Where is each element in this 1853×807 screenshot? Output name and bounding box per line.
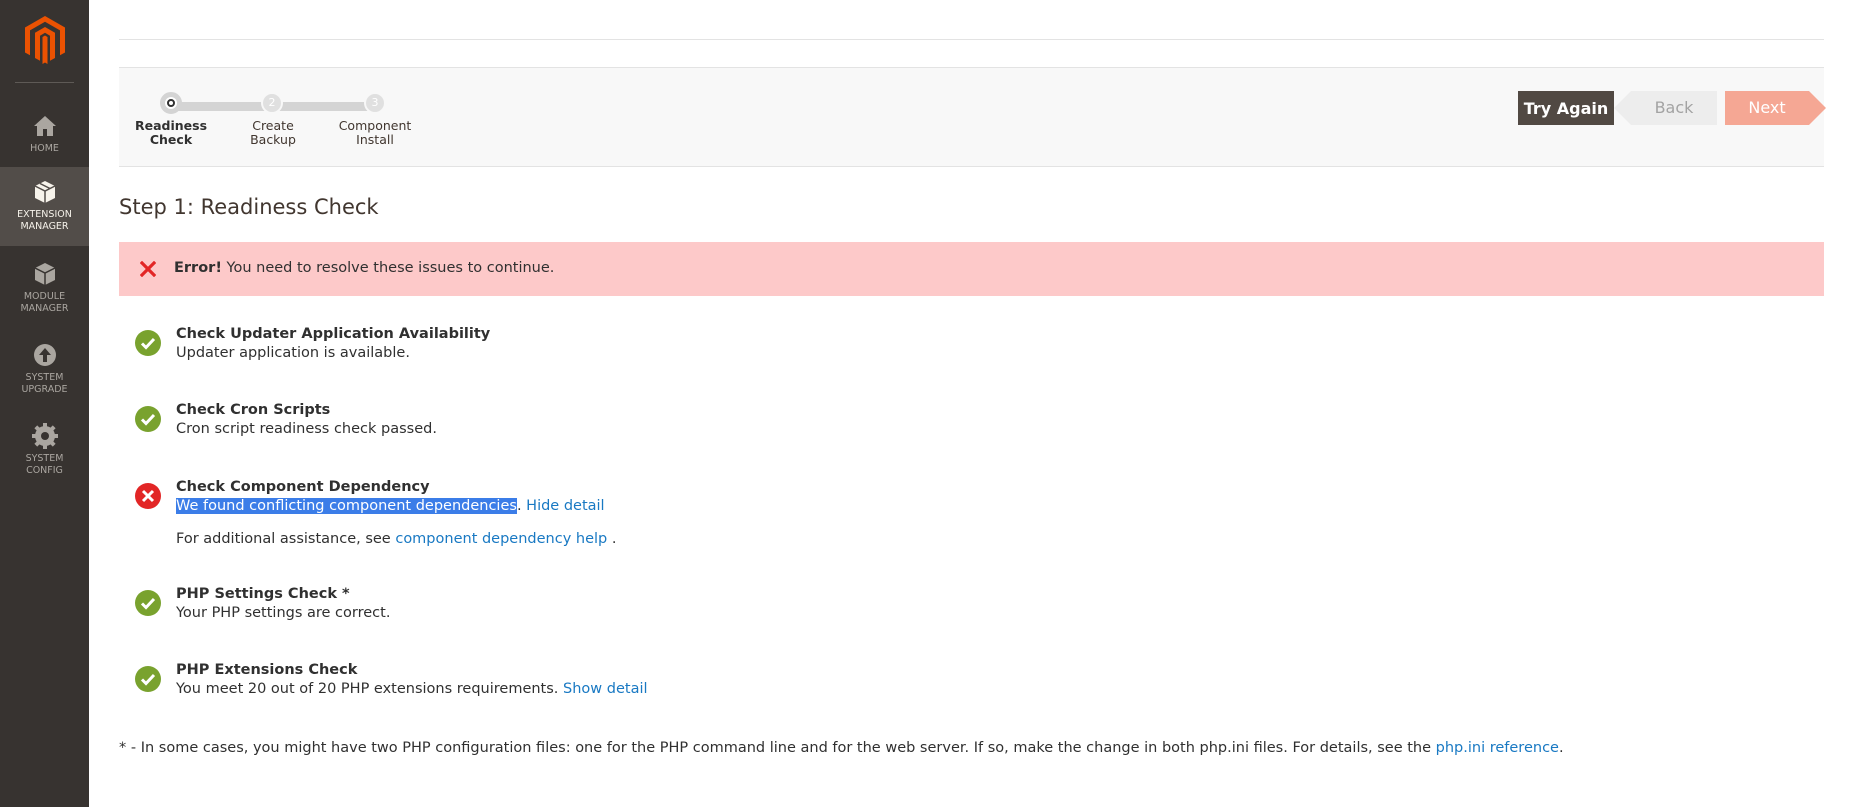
- description-suffix: .: [516, 498, 522, 514]
- sidebar-item-system-upgrade[interactable]: SYSTEM UPGRADE: [0, 330, 89, 409]
- home-icon: [33, 116, 56, 136]
- wizard-step-3-label: Component Install: [338, 118, 412, 147]
- module-icon: [34, 263, 55, 285]
- error-circle-icon: [135, 483, 161, 509]
- help-prefix: For additional assistance, see: [176, 531, 391, 547]
- help-text: For additional assistance, see component…: [176, 531, 616, 547]
- check-description: You meet 20 out of 20 PHP extensions req…: [176, 681, 648, 697]
- check-description: We found conflicting component dependenc…: [176, 498, 605, 514]
- check-title: Check Cron Scripts: [176, 402, 331, 418]
- wizard-navigation: 2 3 Readiness Check Create Backup Compon…: [119, 67, 1826, 167]
- show-detail-link[interactable]: Show detail: [563, 681, 648, 697]
- sidebar-item-label: HOME: [30, 143, 59, 154]
- admin-sidebar: HOME EXTENSION MANAGER MODULE MANAGER SY…: [0, 0, 89, 807]
- check-title: PHP Settings Check *: [176, 586, 350, 602]
- wizard-step-2-indicator: 2: [261, 92, 283, 114]
- sidebar-item-label: SYSTEM UPGRADE: [21, 372, 68, 395]
- wizard-step-2-label: Create Backup: [250, 118, 296, 147]
- error-message-banner: Error! You need to resolve these issues …: [119, 242, 1824, 296]
- wizard-step-1-label: Readiness Check: [134, 118, 208, 147]
- check-title: PHP Extensions Check: [176, 662, 358, 678]
- sidebar-item-extension-manager[interactable]: EXTENSION MANAGER: [0, 167, 89, 246]
- error-message: You need to resolve these issues to cont…: [226, 260, 555, 276]
- help-suffix: .: [611, 531, 617, 547]
- sidebar-divider: [15, 82, 74, 83]
- magento-logo-icon[interactable]: [25, 16, 65, 64]
- php-ini-reference-link[interactable]: php.ini reference: [1436, 740, 1559, 756]
- gear-icon: [31, 423, 58, 449]
- check-title: Check Updater Application Availability: [176, 326, 491, 342]
- wizard-step-1-indicator: [160, 92, 182, 114]
- sidebar-item-label: MODULE MANAGER: [20, 291, 69, 314]
- error-label: Error!: [174, 260, 222, 276]
- wizard-step-3-indicator: 3: [364, 92, 386, 114]
- close-icon: [140, 261, 156, 277]
- upgrade-icon: [33, 344, 56, 366]
- try-again-button[interactable]: Try Again: [1518, 91, 1614, 125]
- success-check-icon: [135, 330, 161, 356]
- check-title: Check Component Dependency: [176, 479, 430, 495]
- component-dependency-help-link[interactable]: component dependency help: [395, 531, 607, 547]
- hide-detail-link[interactable]: Hide detail: [526, 498, 604, 514]
- check-description: Your PHP settings are correct.: [176, 605, 391, 621]
- sidebar-item-module-manager[interactable]: MODULE MANAGER: [0, 249, 89, 328]
- selected-text[interactable]: We found conflicting component dependenc…: [176, 498, 517, 514]
- header-divider: [119, 39, 1824, 40]
- extension-icon: [34, 181, 55, 203]
- check-description: Cron script readiness check passed.: [176, 421, 437, 437]
- footnote-suffix: .: [1558, 740, 1564, 756]
- back-button[interactable]: Back: [1614, 91, 1717, 125]
- check-description: Updater application is available.: [176, 345, 410, 361]
- check-description-text: You meet 20 out of 20 PHP extensions req…: [176, 681, 559, 697]
- success-check-icon: [135, 406, 161, 432]
- sidebar-item-label: EXTENSION MANAGER: [17, 209, 72, 232]
- success-check-icon: [135, 590, 161, 616]
- sidebar-item-label: SYSTEM CONFIG: [25, 453, 64, 476]
- sidebar-item-system-config[interactable]: SYSTEM CONFIG: [0, 411, 89, 490]
- page-title: Step 1: Readiness Check: [119, 195, 379, 219]
- success-check-icon: [135, 666, 161, 692]
- footnote-text: * - In some cases, you might have two PH…: [119, 740, 1432, 756]
- error-message-text: Error! You need to resolve these issues …: [174, 260, 554, 276]
- footnote: * - In some cases, you might have two PH…: [119, 740, 1564, 756]
- next-button[interactable]: Next: [1725, 91, 1826, 125]
